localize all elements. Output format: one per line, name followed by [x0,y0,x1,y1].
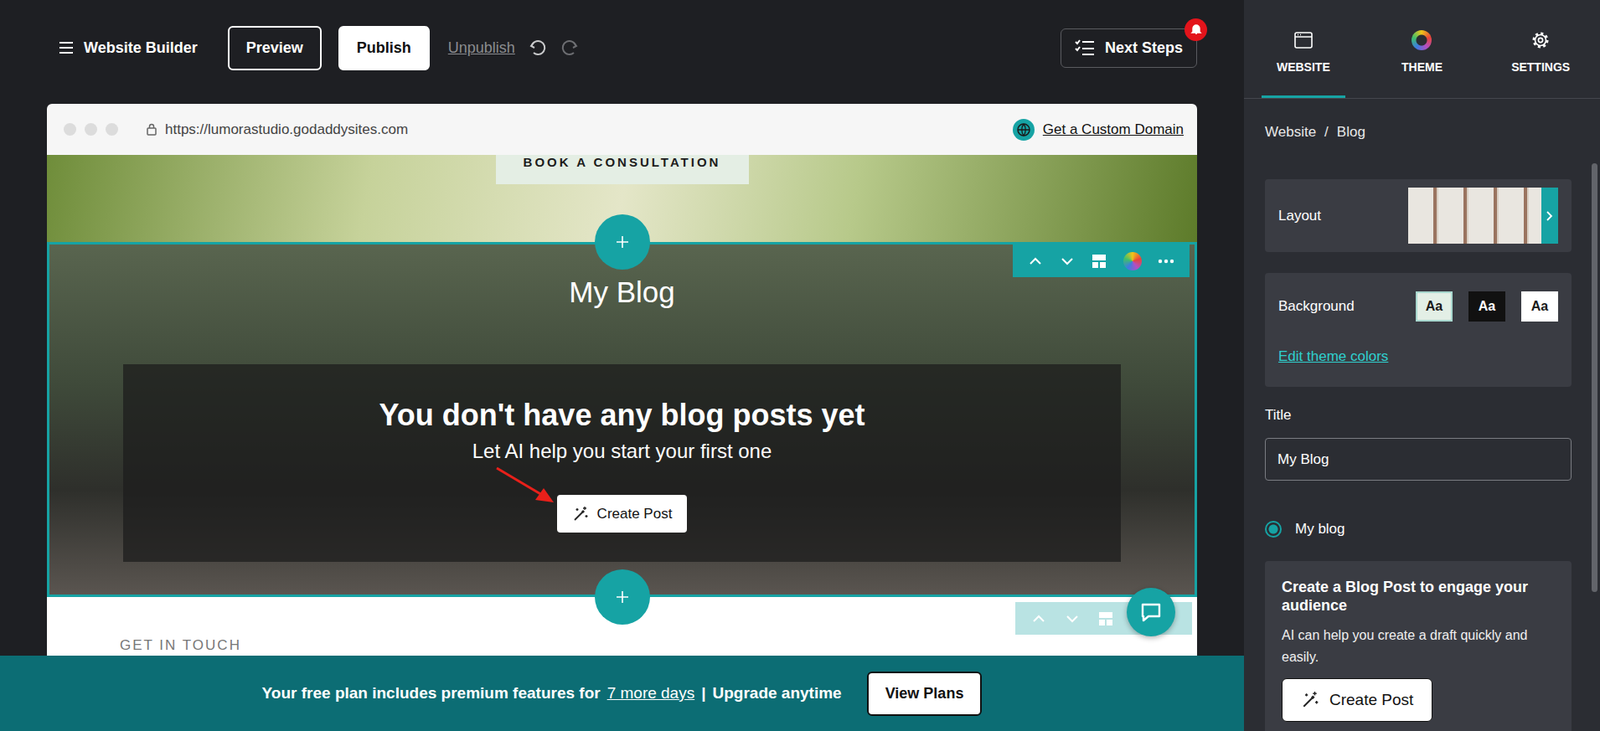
next-steps-button[interactable]: Next Steps [1060,28,1198,68]
layout-setting[interactable]: Layout [1264,179,1572,253]
chat-button[interactable] [1126,588,1176,637]
contact-heading: GET IN TOUCH [119,637,1198,655]
preview-button[interactable]: Preview [227,25,322,71]
create-post-button[interactable]: Create Post [557,495,688,533]
panel-tabs: WEBSITE THEME SETTINGS [1243,0,1600,99]
blog-title: My Blog [568,274,675,310]
custom-domain-link[interactable]: Get a Custom Domain [1042,121,1184,139]
section-toolbar [1012,244,1190,278]
breadcrumb-item[interactable]: Website [1264,122,1317,143]
plus-icon [614,233,631,251]
site-preview: https://lumorastudio.godaddysites.com Get… [46,103,1198,731]
side-panel: WEBSITE THEME SETTINGS Website / Blog Layout Ba… [1243,0,1600,731]
hamburger-icon[interactable] [58,41,74,55]
breadcrumb-item[interactable]: / [1324,122,1329,143]
magic-wand-icon [572,505,589,523]
view-plans-button[interactable]: View Plans [867,671,983,717]
globe-icon[interactable] [1012,118,1035,141]
create-post-card: Create a Blog Post to engage your audien… [1264,561,1572,731]
layout-icon[interactable] [1090,252,1108,270]
editor-area: Website Builder Preview Publish Unpublish Ne… [0,0,1244,731]
redo-icon[interactable] [560,38,579,57]
banner-text: Your free plan includes premium features… [262,684,601,703]
background-swatch[interactable]: Aa [1415,291,1453,322]
trial-banner: Your free plan includes premium features… [0,655,1244,731]
empty-subtitle: Let AI help you start your first one [472,439,773,464]
panel-tab[interactable]: WEBSITE [1243,0,1363,99]
add-section-button[interactable] [594,569,651,625]
radio-label: My blog [1295,519,1346,540]
more-icon[interactable] [1156,252,1176,270]
promo-body: AI can help you create a draft quickly a… [1281,624,1555,669]
window-dot [63,123,77,136]
tab-label: SETTINGS [1511,60,1570,74]
website-builder: Website Builder Preview Publish Unpublish Ne… [0,0,1600,731]
promo-title: Create a Blog Post to engage your audien… [1281,578,1555,615]
top-bar: Website Builder Preview Publish Unpublish Ne… [0,0,1244,96]
panel-scrollbar[interactable] [1591,163,1598,593]
lock-icon [146,123,157,136]
notification-badge [1184,18,1208,42]
radio-button[interactable] [1264,521,1282,538]
tab-label: WEBSITE [1276,60,1331,74]
blog-option[interactable]: My blog [1264,519,1572,540]
empty-title: You don't have any blog posts yet [379,397,866,434]
move-down-icon[interactable] [1058,252,1076,270]
move-up-icon[interactable] [1030,610,1048,628]
layout-label: Layout [1278,207,1322,225]
plus-icon [614,588,631,606]
gear-icon [1530,30,1551,51]
chat-icon [1138,599,1164,625]
unpublish-link[interactable]: Unpublish [448,39,516,57]
panel-tab[interactable]: SETTINGS [1481,0,1600,99]
breadcrumb: Website / Blog [1264,122,1572,143]
background-swatch[interactable]: Aa [1468,291,1506,322]
panel-tab[interactable]: THEME [1362,0,1482,99]
background-label: Background [1278,298,1355,315]
magic-wand-icon [1300,691,1320,710]
publish-button[interactable]: Publish [338,25,430,71]
add-section-button[interactable] [594,214,651,270]
days-left-link[interactable]: 7 more days [607,684,696,703]
banner-separator: | [701,684,706,703]
blog-section[interactable]: My Blog You don't have any blog posts yet… [46,242,1198,598]
website-icon [1293,30,1314,51]
checklist-icon [1074,39,1095,57]
app-title: Website Builder [83,39,198,57]
consultation-button[interactable]: BOOK A CONSULTATION [495,154,749,185]
address-bar: https://lumorastudio.godaddysites.com Get… [46,103,1198,155]
bell-icon [1190,23,1203,36]
next-steps-label: Next Steps [1104,39,1183,57]
color-wheel-icon[interactable] [1123,252,1142,271]
breadcrumb-item[interactable]: Blog [1336,122,1366,143]
move-down-icon[interactable] [1063,610,1081,628]
tab-label: THEME [1401,60,1443,74]
annotation-arrow-icon [495,466,556,506]
layout-thumbnail[interactable] [1408,187,1559,244]
menu-button[interactable]: Website Builder [58,39,198,57]
site-url: https://lumorastudio.godaddysites.com [165,121,408,139]
theme-icon [1411,30,1432,51]
background-swatch[interactable]: Aa [1521,291,1559,322]
undo-icon[interactable] [528,38,548,57]
create-post-button[interactable]: Create Post [1281,678,1433,723]
chevron-right-icon[interactable] [1545,210,1554,222]
window-dot [105,123,119,136]
banner-upgrade: Upgrade anytime [712,684,842,703]
empty-state: You don't have any blog posts yet Let AI … [123,364,1121,563]
create-post-label: Create Post [1329,691,1414,710]
background-setting: Background Aa Aa Aa Edit theme colors [1264,273,1572,388]
window-dot [84,123,98,136]
layout-icon[interactable] [1097,610,1115,628]
move-up-icon[interactable] [1027,252,1044,270]
create-post-label: Create Post [597,505,673,523]
title-label: Title [1264,407,1572,424]
title-input[interactable]: My Blog [1264,438,1572,481]
edit-theme-colors-link[interactable]: Edit theme colors [1278,348,1559,366]
